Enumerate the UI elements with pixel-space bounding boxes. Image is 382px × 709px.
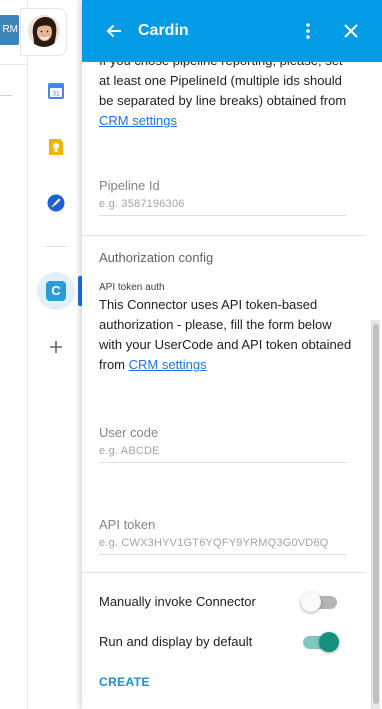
side-icon-rail	[28, 64, 82, 709]
plus-icon[interactable]	[46, 337, 66, 357]
avatar[interactable]	[28, 15, 60, 47]
addon-panel: Cardin If you chose pipeline reporting, …	[82, 0, 382, 709]
run-default-toggle[interactable]	[301, 632, 341, 652]
google-tasks-icon[interactable]	[47, 194, 65, 212]
page-background-strip: RM	[0, 0, 28, 709]
crm-settings-link[interactable]: CRM settings	[99, 113, 177, 128]
page-divider-tick	[0, 95, 12, 96]
panel-title: Cardin	[138, 22, 189, 39]
pipeline-id-input[interactable]	[99, 192, 347, 216]
crm-button[interactable]: RM	[0, 15, 19, 45]
api-token-input[interactable]	[99, 531, 347, 555]
manual-invoke-toggle-knob	[301, 592, 321, 612]
section-divider-2	[82, 572, 364, 573]
panel-header: Cardin	[82, 0, 382, 62]
user-code-label: User code	[99, 425, 159, 440]
run-default-label: Run and display by default	[99, 634, 253, 649]
scrollbar-thumb[interactable]	[373, 324, 379, 704]
more-vert-icon[interactable]	[298, 21, 318, 41]
google-keep-icon[interactable]	[47, 138, 65, 156]
manual-invoke-toggle[interactable]	[301, 592, 341, 612]
panel-scrollbar[interactable]	[371, 320, 380, 709]
api-token-label: API token	[99, 517, 156, 532]
close-icon[interactable]	[341, 21, 361, 41]
pipeline-instructions: If you chose pipeline reporting, please,…	[99, 62, 353, 131]
create-button[interactable]: CREATE	[99, 675, 150, 689]
page-divider	[0, 64, 28, 65]
calendar-day: 31	[52, 91, 60, 98]
rail-divider	[45, 246, 67, 247]
user-code-input[interactable]	[99, 439, 347, 463]
manual-invoke-label: Manually invoke Connector	[99, 594, 256, 609]
auth-section-title: Authorization config	[99, 250, 214, 265]
arrow-left-icon[interactable]	[104, 21, 124, 41]
panel-content: If you chose pipeline reporting, please,…	[82, 62, 382, 709]
auth-crm-settings-link[interactable]: CRM settings	[129, 357, 207, 372]
api-token-auth-label: API token auth	[99, 282, 165, 293]
cardin-addon-icon[interactable]: C	[46, 281, 66, 301]
google-calendar-icon[interactable]: 31	[47, 82, 65, 100]
pipeline-instructions-text: If you chose pipeline reporting, please,…	[99, 62, 347, 108]
run-default-toggle-knob	[319, 632, 339, 652]
section-divider	[82, 235, 364, 236]
pipeline-id-label: Pipeline Id	[99, 178, 160, 193]
auth-description: This Connector uses API token-based auth…	[99, 295, 353, 375]
